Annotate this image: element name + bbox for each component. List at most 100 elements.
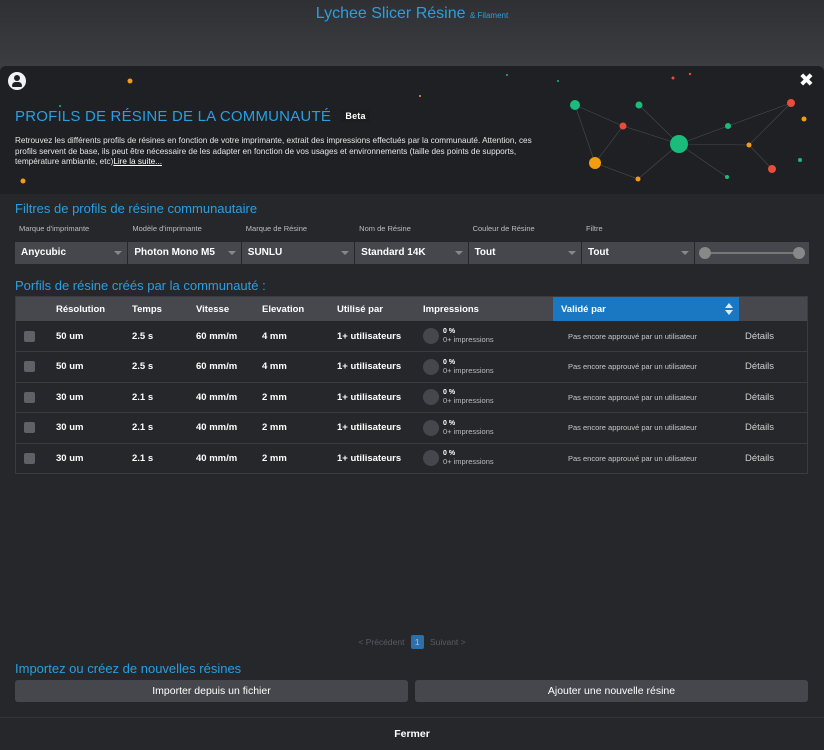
cell-prints: 0 % 0+ impressions bbox=[417, 321, 553, 352]
app-title-text: Lychee Slicer Résine bbox=[315, 5, 466, 22]
table-row[interactable]: 30 um 2.1 s 40 mm/m 2 mm 1+ utilisateurs 0 % 0… bbox=[16, 443, 807, 474]
add-resin-button[interactable]: Ajouter une nouvelle résine bbox=[415, 680, 808, 702]
cell-used-by: 1+ utilisateurs bbox=[337, 330, 402, 342]
table-row[interactable]: 30 um 2.1 s 40 mm/m 2 mm 1+ utilisateurs 0 % 0… bbox=[16, 413, 807, 444]
cell-resolution: 30 um bbox=[56, 391, 84, 403]
table-title: Porfils de résine créés par la communaut… bbox=[15, 278, 266, 293]
row-checkbox-cell bbox=[16, 352, 44, 383]
user-account-icon[interactable] bbox=[8, 72, 26, 90]
resin-name-select[interactable]: Standard 14K bbox=[355, 242, 468, 264]
slider-handle-min[interactable] bbox=[699, 247, 712, 259]
details-link[interactable]: Détails bbox=[739, 382, 807, 413]
cell-validated-by: Pas encore approuvé par un utilisateur bbox=[568, 362, 697, 372]
prev-page-link[interactable]: < Précédent bbox=[358, 637, 404, 647]
resin-brand-value: SUNLU bbox=[247, 247, 283, 258]
header-details bbox=[739, 297, 807, 321]
cell-elevation: 4 mm bbox=[262, 361, 287, 373]
cell-prints: 0 % 0+ impressions bbox=[417, 413, 553, 444]
community-profiles-modal: ✖ PROFILS DE RÉSINE DE LA COMMUNAUTÉ Bet… bbox=[0, 66, 824, 750]
prints-count: 0+ impressions bbox=[443, 457, 494, 467]
network-illustration bbox=[20, 72, 807, 184]
row-checkbox-cell bbox=[16, 321, 44, 352]
cell-validated-by: Pas encore approuvé par un utilisateur bbox=[568, 392, 697, 402]
filter-value: Tout bbox=[587, 247, 609, 258]
cell-prints: 0 % 0+ impressions bbox=[417, 382, 553, 413]
details-link[interactable]: Détails bbox=[739, 352, 807, 383]
filter-select[interactable]: Tout bbox=[581, 242, 695, 264]
header-prints[interactable]: Impressions bbox=[417, 297, 553, 321]
row-checkbox[interactable] bbox=[24, 361, 35, 373]
app-title: Lychee Slicer Résine & Filament bbox=[0, 5, 824, 23]
table-row[interactable]: 50 um 2.5 s 60 mm/m 4 mm 1+ utilisateurs 0 % 0… bbox=[16, 321, 807, 352]
details-link[interactable]: Détails bbox=[739, 413, 807, 444]
header-elevation[interactable]: Elevation bbox=[256, 297, 331, 321]
printer-brand-value: Anycubic bbox=[21, 247, 67, 258]
chevron-down-icon bbox=[681, 251, 690, 255]
resin-brand-select[interactable]: SUNLU bbox=[241, 242, 355, 264]
cell-elevation: 4 mm bbox=[262, 330, 287, 342]
prints-indicator: 0 % 0+ impressions bbox=[423, 358, 553, 375]
row-checkbox[interactable] bbox=[24, 422, 35, 434]
prints-count: 0+ impressions bbox=[443, 426, 494, 436]
cell-used-by: 1+ utilisateurs bbox=[337, 452, 402, 464]
filter-labels: Marque d'imprimante Modèle d'imprimante … bbox=[15, 224, 809, 238]
prints-count: 0+ impressions bbox=[443, 335, 494, 344]
filter-label-resin-name: Nom de Résine bbox=[359, 224, 411, 233]
row-checkbox[interactable] bbox=[24, 330, 35, 342]
cell-validated-by: Pas encore approuvé par un utilisateur bbox=[568, 331, 697, 341]
header-used-by[interactable]: Utilisé par bbox=[331, 297, 417, 321]
resin-name-value: Standard 14K bbox=[361, 247, 426, 258]
printer-brand-select[interactable]: Anycubic bbox=[15, 242, 128, 264]
next-page-link[interactable]: Suivant > bbox=[430, 637, 466, 647]
range-slider[interactable] bbox=[695, 242, 809, 264]
close-button[interactable]: Fermer bbox=[0, 717, 824, 750]
slider-handle-max[interactable] bbox=[793, 247, 805, 259]
details-link[interactable]: Détails bbox=[739, 443, 807, 474]
cell-speed: 40 mm/m bbox=[196, 391, 238, 403]
pagination: < Précédent 1 Suivant > bbox=[0, 635, 824, 649]
prints-text: 0 % 0+ impressions bbox=[443, 389, 494, 405]
cell-resolution: 50 um bbox=[56, 330, 84, 342]
prints-indicator: 0 % 0+ impressions bbox=[423, 419, 553, 436]
cell-resolution: 50 um bbox=[56, 361, 84, 373]
import-file-button[interactable]: Importer depuis un fichier bbox=[15, 680, 408, 702]
filter-label-printer-brand: Marque d'imprimante bbox=[19, 224, 90, 233]
details-link[interactable]: Détails bbox=[739, 321, 807, 352]
cell-prints: 0 % 0+ impressions bbox=[417, 352, 553, 383]
hero-description-text: Retrouvez les différents profils de rési… bbox=[15, 136, 532, 166]
cell-used-by: 1+ utilisateurs bbox=[337, 391, 402, 403]
cell-time: 2.1 s bbox=[132, 452, 154, 464]
header-time[interactable]: Temps bbox=[126, 297, 190, 321]
progress-circle-icon bbox=[423, 389, 439, 406]
printer-model-select[interactable]: Photon Mono M5 bbox=[128, 242, 241, 264]
cell-validated-by: Pas encore approuvé par un utilisateur bbox=[568, 423, 697, 433]
table-row[interactable]: 30 um 2.1 s 40 mm/m 2 mm 1+ utilisateurs 0 % 0… bbox=[16, 382, 807, 413]
header-speed[interactable]: Vitesse bbox=[190, 297, 256, 321]
filter-label-resin-brand: Marque de Résine bbox=[245, 224, 308, 233]
current-page[interactable]: 1 bbox=[410, 635, 424, 649]
cell-speed: 40 mm/m bbox=[196, 452, 238, 464]
cell-prints: 0 % 0+ impressions bbox=[417, 443, 553, 474]
prints-text: 0 % 0+ impressions bbox=[443, 420, 494, 436]
resin-color-select[interactable]: Tout bbox=[468, 242, 581, 264]
close-icon[interactable]: ✖ bbox=[799, 70, 814, 91]
read-more-link[interactable]: Lire la suite... bbox=[113, 157, 162, 166]
cell-time: 2.1 s bbox=[132, 391, 154, 403]
cell-validated-by: Pas encore approuvé par un utilisateur bbox=[568, 453, 697, 463]
header-select bbox=[16, 297, 44, 321]
profiles-table: Résolution Temps Vitesse Elevation Utili… bbox=[16, 297, 807, 474]
header-validated-by[interactable]: Validé par bbox=[553, 297, 739, 321]
row-checkbox-cell bbox=[16, 382, 44, 413]
page-title: PROFILS DE RÉSINE DE LA COMMUNAUTÉ Beta bbox=[15, 108, 370, 125]
printer-model-value: Photon Mono M5 bbox=[134, 247, 215, 258]
cell-elevation: 2 mm bbox=[262, 391, 287, 403]
row-checkbox[interactable] bbox=[24, 391, 35, 403]
row-checkbox[interactable] bbox=[24, 452, 35, 464]
filter-label-printer-model: Modèle d'imprimante bbox=[132, 224, 202, 233]
header-resolution[interactable]: Résolution bbox=[44, 297, 126, 321]
progress-circle-icon bbox=[423, 358, 439, 375]
table-row[interactable]: 50 um 2.5 s 60 mm/m 4 mm 1+ utilisateurs 0 % 0… bbox=[16, 352, 807, 383]
hero-banner: ✖ PROFILS DE RÉSINE DE LA COMMUNAUTÉ Bet… bbox=[0, 66, 824, 194]
slider-track bbox=[705, 252, 799, 254]
prints-indicator: 0 % 0+ impressions bbox=[423, 389, 553, 406]
